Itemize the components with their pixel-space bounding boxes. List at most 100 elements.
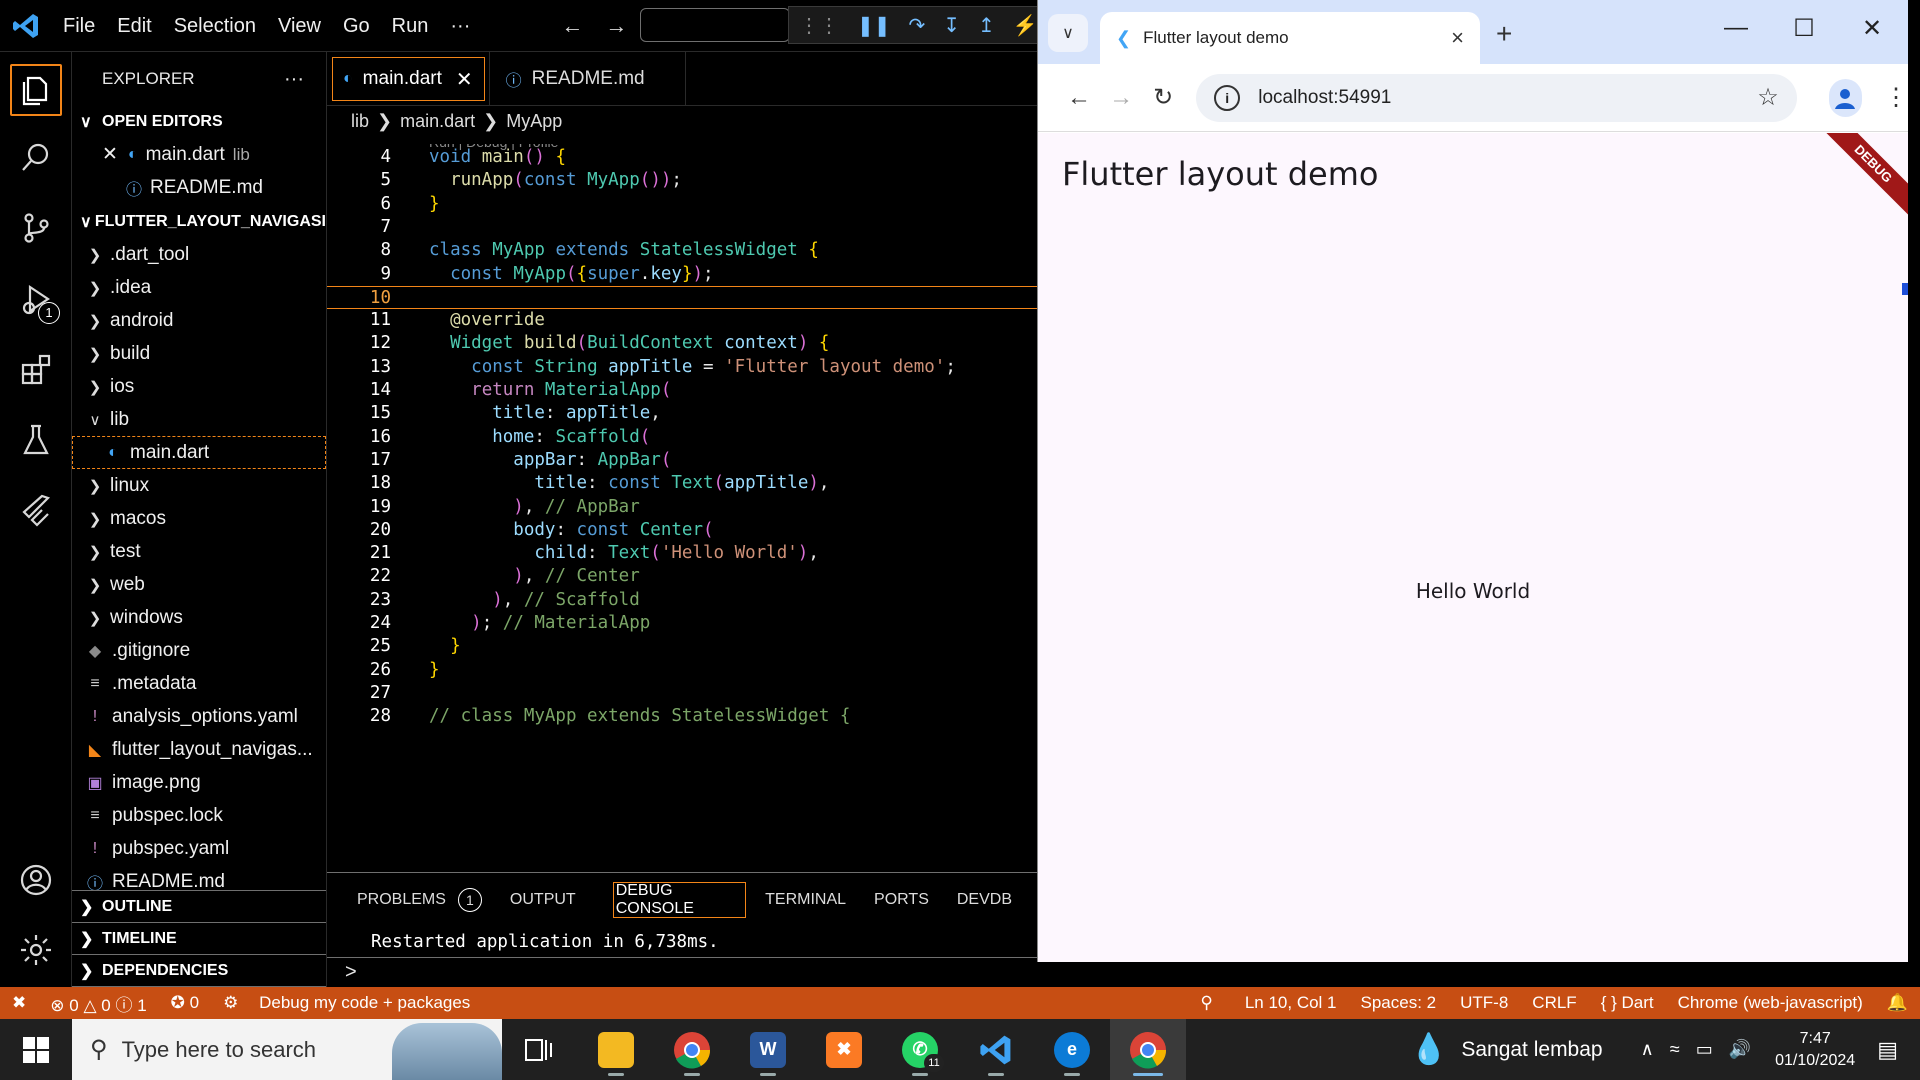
reload-icon[interactable]: ↻ bbox=[1142, 74, 1184, 122]
zoom-icon[interactable]: ⚲ bbox=[1188, 993, 1224, 1013]
menu-item-3[interactable]: View bbox=[267, 0, 332, 52]
editor-tab[interactable]: ◐ main.dart ✕ bbox=[327, 52, 490, 106]
file-tree-item[interactable]: ◆ .gitignore bbox=[72, 634, 326, 667]
file-tree-item[interactable]: ❯ macos bbox=[72, 502, 326, 535]
weather-widget[interactable]: 💧 Sangat lembap bbox=[1410, 1032, 1603, 1067]
end-of-line[interactable]: CRLF bbox=[1520, 993, 1588, 1013]
wifi-icon[interactable]: ≈ bbox=[1670, 1039, 1680, 1060]
open-editor-item[interactable]: ⓘ README.md bbox=[72, 171, 326, 204]
close-tab-icon[interactable]: ✕ bbox=[456, 67, 473, 92]
chrome-icon[interactable] bbox=[654, 1019, 730, 1080]
file-tree-item[interactable]: ❯ android bbox=[72, 304, 326, 337]
explorer-more-icon[interactable]: ··· bbox=[284, 68, 304, 91]
panel-tab[interactable]: TERMINAL bbox=[765, 873, 864, 927]
breadcrumb-item[interactable]: main.dart bbox=[400, 111, 475, 132]
file-tree-item[interactable]: ❯ linux bbox=[72, 469, 326, 502]
back-arrow-icon[interactable]: ← bbox=[561, 13, 583, 39]
new-tab-icon[interactable]: + bbox=[1496, 18, 1512, 50]
step-out-icon[interactable]: ↥ bbox=[978, 13, 995, 38]
close-tab-icon[interactable]: × bbox=[1451, 25, 1464, 51]
breadcrumb-item[interactable]: MyApp bbox=[506, 111, 562, 132]
file-tree-item[interactable]: ! analysis_options.yaml bbox=[72, 700, 326, 733]
menu-item-6[interactable]: ··· bbox=[439, 0, 481, 52]
settings-gear-icon[interactable] bbox=[10, 924, 62, 976]
file-tree-item[interactable]: ≡ .metadata bbox=[72, 667, 326, 700]
file-tree-item[interactable]: ❯ .idea bbox=[72, 271, 326, 304]
edge-icon[interactable]: e bbox=[1034, 1019, 1110, 1080]
codelens[interactable]: Run | Debug | Profile bbox=[429, 144, 558, 150]
file-tree-item[interactable]: ◐ main.dart bbox=[72, 436, 326, 469]
cursor-position[interactable]: Ln 10, Col 1 bbox=[1233, 993, 1349, 1013]
address-bar[interactable]: i localhost:54991 ☆ bbox=[1196, 73, 1797, 122]
minimize-icon[interactable]: — bbox=[1716, 14, 1756, 42]
encoding[interactable]: UTF-8 bbox=[1448, 993, 1520, 1013]
chrome-menu-icon[interactable]: ⋮ bbox=[1884, 83, 1908, 112]
account-icon[interactable] bbox=[10, 854, 62, 906]
site-info-icon[interactable]: i bbox=[1214, 84, 1241, 111]
run-debug-icon[interactable]: 1 bbox=[10, 274, 62, 326]
word-icon[interactable]: W bbox=[730, 1019, 806, 1080]
search-icon[interactable] bbox=[10, 132, 62, 184]
panel-tab[interactable]: PORTS bbox=[874, 873, 947, 927]
volume-icon[interactable]: 🔊 bbox=[1729, 1039, 1751, 1060]
device-selector[interactable]: Chrome (web-javascript) bbox=[1666, 993, 1875, 1013]
extensions-icon[interactable] bbox=[10, 344, 62, 396]
file-tree-item[interactable]: ◣ flutter_layout_navigas... bbox=[72, 733, 326, 766]
file-tree-item[interactable]: ▣ image.png bbox=[72, 766, 326, 799]
section-outline[interactable]: ❯ OUTLINE bbox=[72, 891, 326, 923]
ports-status[interactable]: ✪ 0 bbox=[159, 993, 211, 1013]
battery-icon[interactable]: ▭ bbox=[1696, 1039, 1713, 1060]
file-tree-item[interactable]: ❯ ios bbox=[72, 370, 326, 403]
debug-status[interactable]: ⚙ Debug my code + packages bbox=[211, 993, 482, 1013]
menu-item-0[interactable]: File bbox=[52, 0, 106, 52]
step-into-icon[interactable]: ↧ bbox=[943, 13, 960, 38]
section-timeline[interactable]: ❯ TIMELINE bbox=[72, 923, 326, 955]
file-tree-item[interactable]: ❯ windows bbox=[72, 601, 326, 634]
xampp-icon[interactable]: ✖ bbox=[806, 1019, 882, 1080]
problems-status[interactable]: ⊗ 0 △ 0 ⓘ 1 bbox=[38, 991, 158, 1016]
forward-arrow-icon[interactable]: → bbox=[605, 13, 627, 39]
panel-tab[interactable]: PROBLEMS 1 bbox=[357, 873, 500, 927]
close-editor-icon[interactable]: ✕ bbox=[102, 143, 118, 166]
testing-icon[interactable] bbox=[10, 414, 62, 466]
notifications-bell-icon[interactable]: 🔔 bbox=[1875, 993, 1920, 1013]
menu-item-5[interactable]: Run bbox=[381, 0, 440, 52]
command-center[interactable] bbox=[640, 8, 790, 42]
whatsapp-icon[interactable]: ✆ 11 bbox=[882, 1019, 958, 1080]
hot-reload-icon[interactable]: ⚡ bbox=[1013, 13, 1038, 38]
file-explorer-icon[interactable] bbox=[578, 1019, 654, 1080]
section-dependencies[interactable]: ❯ DEPENDENCIES bbox=[72, 955, 326, 987]
drag-handle-icon[interactable]: ⋮⋮ bbox=[799, 13, 839, 38]
windows-start-icon[interactable] bbox=[0, 1019, 72, 1080]
open-editor-item[interactable]: ✕ ◐ main.dart lib bbox=[72, 138, 326, 171]
bookmark-star-icon[interactable]: ☆ bbox=[1757, 83, 1779, 112]
task-view-icon[interactable] bbox=[502, 1019, 578, 1080]
project-header[interactable]: ∨ FLUTTER_LAYOUT_NAVIGASI bbox=[72, 206, 326, 238]
chrome-tab[interactable]: ❮ Flutter layout demo × bbox=[1100, 12, 1480, 64]
panel-tab[interactable]: DEVDB bbox=[957, 873, 1030, 927]
file-tree-item[interactable]: ∨ lib bbox=[72, 403, 326, 436]
close-window-icon[interactable]: ✕ bbox=[1852, 14, 1892, 43]
file-tree-item[interactable]: ≡ pubspec.lock bbox=[72, 799, 326, 832]
remote-icon[interactable]: ✖ bbox=[0, 993, 38, 1013]
file-tree-item[interactable]: ! pubspec.yaml bbox=[72, 832, 326, 865]
browser-back-icon[interactable]: ← bbox=[1058, 74, 1100, 122]
editor-tab[interactable]: ⓘ README.md bbox=[490, 52, 686, 106]
vscode-taskbar-icon[interactable] bbox=[958, 1019, 1034, 1080]
tab-search-icon[interactable]: ∨ bbox=[1048, 14, 1088, 52]
file-tree-item[interactable]: ❯ .dart_tool bbox=[72, 238, 326, 271]
code-editor[interactable]: 4 void main() {5 runApp(const MyApp()); 6}… bbox=[327, 144, 1040, 869]
indentation[interactable]: Spaces: 2 bbox=[1349, 993, 1449, 1013]
maximize-icon[interactable]: ☐ bbox=[1784, 14, 1824, 43]
language-mode[interactable]: { } Dart bbox=[1589, 993, 1666, 1013]
file-tree-item[interactable]: ❯ test bbox=[72, 535, 326, 568]
menu-item-2[interactable]: Selection bbox=[163, 0, 267, 52]
browser-forward-icon[interactable]: → bbox=[1100, 74, 1142, 122]
file-tree-item[interactable]: ❯ web bbox=[72, 568, 326, 601]
menu-item-4[interactable]: Go bbox=[332, 0, 381, 52]
menu-item-1[interactable]: Edit bbox=[106, 0, 162, 52]
pause-icon[interactable]: ❚❚ bbox=[857, 13, 891, 38]
chevron-up-icon[interactable]: ∧ bbox=[1641, 1039, 1654, 1060]
flutter-icon[interactable] bbox=[10, 484, 62, 536]
chrome-active-icon[interactable] bbox=[1110, 1019, 1186, 1080]
